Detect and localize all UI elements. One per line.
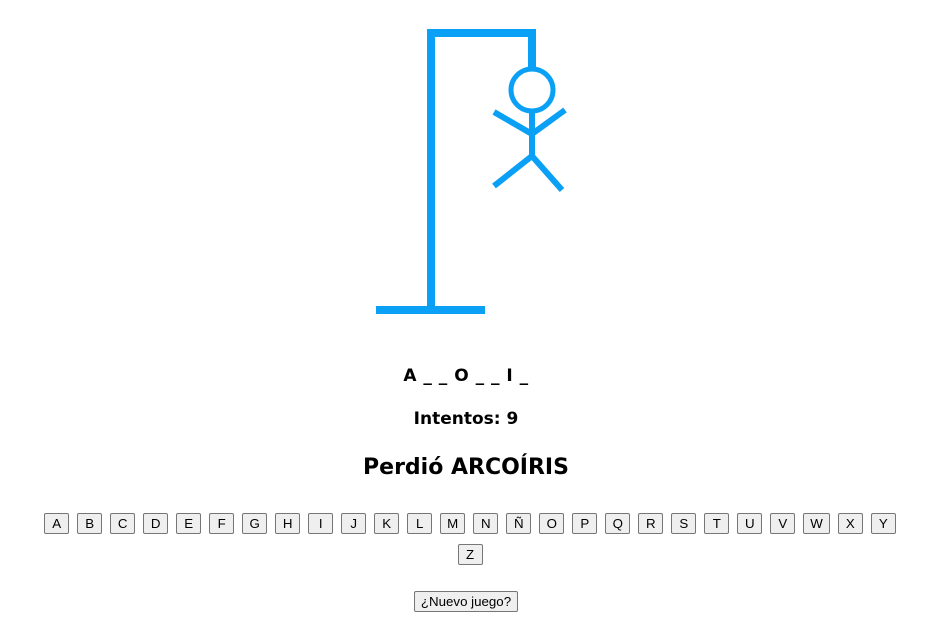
hangman-right-leg <box>529 154 565 192</box>
letter-key[interactable]: L <box>407 513 433 535</box>
hangman-right-arm <box>530 107 567 137</box>
letter-key[interactable]: W <box>803 513 830 535</box>
hangman-figure-icon <box>376 29 567 314</box>
letter-key[interactable]: X <box>837 513 863 535</box>
letter-key[interactable]: G <box>242 513 268 535</box>
letter-key[interactable]: B <box>77 513 103 535</box>
hangman-head <box>508 66 556 114</box>
letter-key[interactable]: P <box>572 513 598 535</box>
letter-key[interactable]: I <box>308 513 334 535</box>
letter-key[interactable]: K <box>374 513 400 535</box>
letter-key[interactable]: T <box>704 513 730 535</box>
new-game-button[interactable]: ¿Nuevo juego? <box>413 591 519 612</box>
letter-key[interactable]: A <box>44 513 70 535</box>
letter-key[interactable]: Q <box>605 513 631 535</box>
letter-key[interactable]: V <box>770 513 796 535</box>
letter-key[interactable]: U <box>737 513 763 535</box>
hangman-left-arm <box>492 109 534 137</box>
letter-key[interactable]: Ñ <box>506 513 532 535</box>
game-result-message: Perdió ARCOÍRIS <box>363 455 569 480</box>
hangman-page: A _ _ O _ _ I _ Intentos: 9 Perdió ARCOÍ… <box>0 0 932 642</box>
letter-key[interactable]: F <box>209 513 235 535</box>
letter-key[interactable]: N <box>473 513 499 535</box>
letter-key[interactable]: R <box>638 513 664 535</box>
word-display: A _ _ O _ _ I _ <box>403 366 529 386</box>
letter-key[interactable]: C <box>110 513 136 535</box>
letter-key[interactable]: Z <box>457 544 483 566</box>
new-game-container: ¿Nuevo juego? <box>0 591 932 612</box>
letter-key[interactable]: E <box>176 513 202 535</box>
letter-key[interactable]: M <box>440 513 466 535</box>
hangman-left-leg <box>492 153 534 189</box>
attempts-counter: Intentos: 9 <box>413 409 519 429</box>
letter-key[interactable]: D <box>143 513 169 535</box>
letter-key[interactable]: J <box>341 513 367 535</box>
letter-key[interactable]: Y <box>870 513 896 535</box>
letter-key[interactable]: O <box>539 513 565 535</box>
letter-key[interactable]: H <box>275 513 301 535</box>
letter-key[interactable]: S <box>671 513 697 535</box>
letter-keyboard: A B C D E F G H I J K L M N Ñ O P Q R S T U V W X Y Z <box>30 508 910 570</box>
